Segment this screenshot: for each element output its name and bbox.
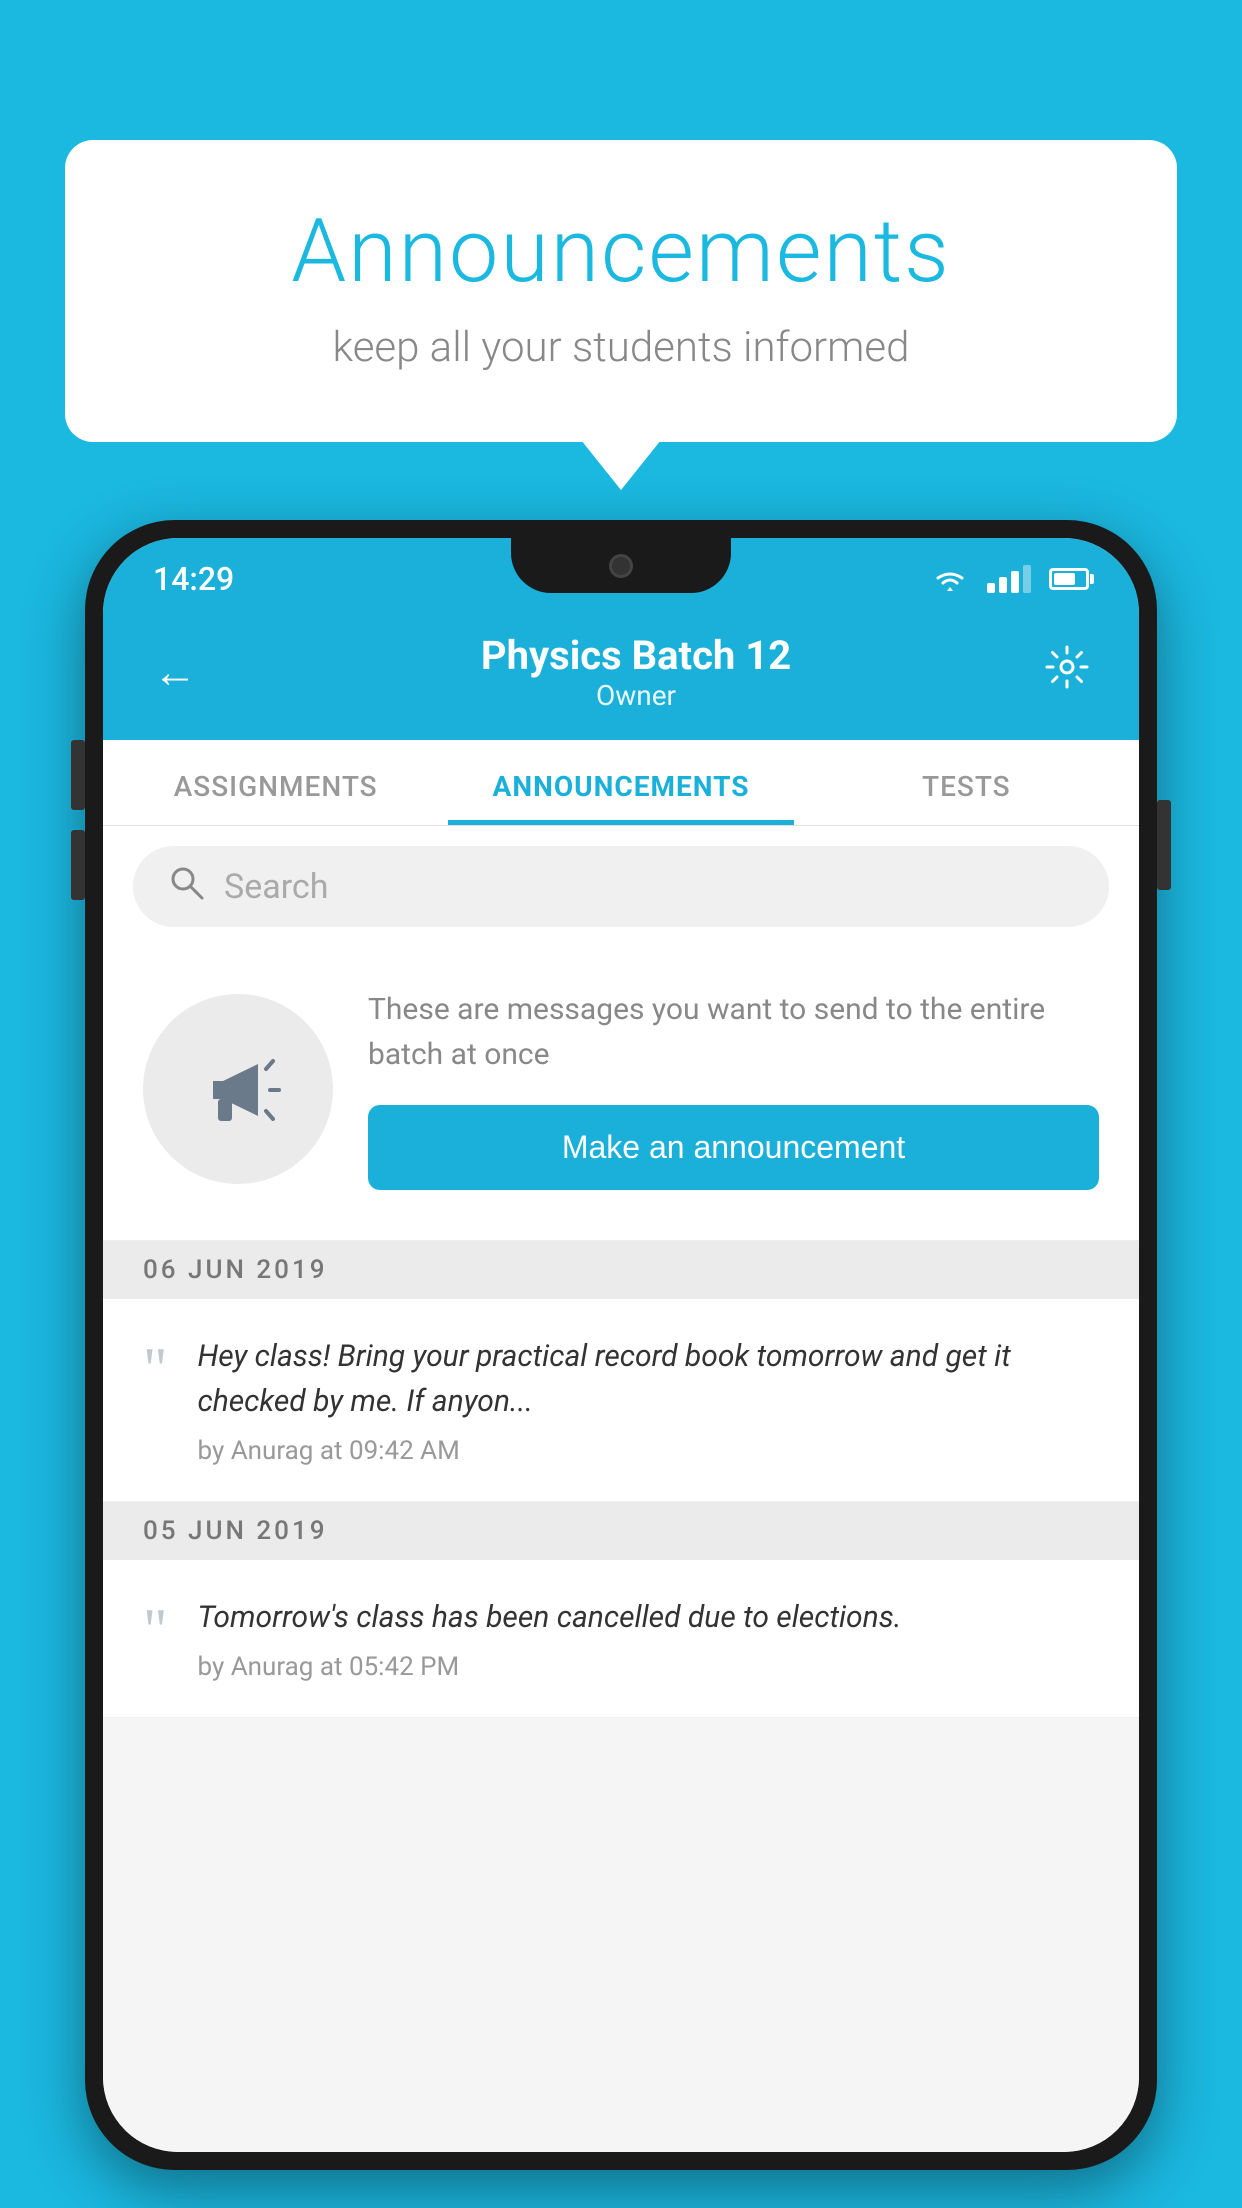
announcement-prompt: These are messages you want to send to t… xyxy=(103,947,1139,1241)
signal-bar-3 xyxy=(1011,571,1019,593)
phone-notch xyxy=(511,538,731,593)
phone-screen: 14:29 xyxy=(103,538,1139,2152)
content-area: Search xyxy=(103,826,1139,2152)
tab-tests[interactable]: TESTS xyxy=(794,740,1139,825)
announcement-meta-1: by Anurag at 09:42 AM xyxy=(198,1436,1100,1466)
battery-fill xyxy=(1054,573,1075,585)
volume-up-button xyxy=(71,740,85,810)
header-title: Physics Batch 12 xyxy=(227,632,1045,679)
prompt-description: These are messages you want to send to t… xyxy=(368,987,1099,1077)
battery-icon xyxy=(1049,568,1089,590)
speech-bubble-container: Announcements keep all your students inf… xyxy=(65,140,1177,442)
megaphone-circle xyxy=(143,994,333,1184)
side-buttons-left xyxy=(71,740,85,900)
phone-frame: 14:29 xyxy=(85,520,1157,2170)
signal-bars xyxy=(987,565,1031,593)
status-icons xyxy=(931,565,1089,593)
volume-down-button xyxy=(71,830,85,900)
signal-bar-2 xyxy=(999,577,1007,593)
announcement-content-2: Tomorrow's class has been cancelled due … xyxy=(198,1595,1100,1682)
date-separator-1: 06 JUN 2019 xyxy=(103,1241,1139,1299)
tab-announcements[interactable]: ANNOUNCEMENTS xyxy=(448,740,793,825)
tab-bar: ASSIGNMENTS ANNOUNCEMENTS TESTS xyxy=(103,740,1139,826)
announcement-text-1: Hey class! Bring your practical record b… xyxy=(198,1334,1100,1424)
bubble-subtitle: keep all your students informed xyxy=(145,323,1097,372)
quote-icon-1: " xyxy=(143,1339,168,1399)
announcement-item-2[interactable]: " Tomorrow's class has been cancelled du… xyxy=(103,1560,1139,1718)
speech-bubble: Announcements keep all your students inf… xyxy=(65,140,1177,442)
signal-bar-4 xyxy=(1023,565,1031,593)
signal-bar-1 xyxy=(987,583,995,593)
wifi-icon xyxy=(931,565,969,593)
side-buttons-right xyxy=(1157,800,1171,890)
prompt-right: These are messages you want to send to t… xyxy=(368,987,1099,1190)
search-icon xyxy=(168,864,204,909)
header-title-area: Physics Batch 12 Owner xyxy=(227,632,1045,712)
search-bar[interactable]: Search xyxy=(133,846,1109,927)
date-separator-2: 05 JUN 2019 xyxy=(103,1502,1139,1560)
bubble-title: Announcements xyxy=(145,200,1097,303)
tab-assignments[interactable]: ASSIGNMENTS xyxy=(103,740,448,825)
header-subtitle: Owner xyxy=(227,679,1045,712)
search-placeholder: Search xyxy=(224,867,328,907)
announcement-item-1[interactable]: " Hey class! Bring your practical record… xyxy=(103,1299,1139,1502)
search-container: Search xyxy=(103,826,1139,947)
settings-icon[interactable] xyxy=(1045,645,1089,700)
quote-icon-2: " xyxy=(143,1600,168,1660)
announcement-meta-2: by Anurag at 05:42 PM xyxy=(198,1652,1100,1682)
megaphone-icon xyxy=(188,1039,288,1139)
make-announcement-button[interactable]: Make an announcement xyxy=(368,1105,1099,1190)
app-header: ← Physics Batch 12 Owner xyxy=(103,610,1139,740)
camera xyxy=(609,554,633,578)
back-button[interactable]: ← xyxy=(153,646,197,698)
announcement-content-1: Hey class! Bring your practical record b… xyxy=(198,1334,1100,1466)
phone-container: 14:29 xyxy=(85,520,1157,2208)
announcement-text-2: Tomorrow's class has been cancelled due … xyxy=(198,1595,1100,1640)
power-button xyxy=(1157,800,1171,890)
